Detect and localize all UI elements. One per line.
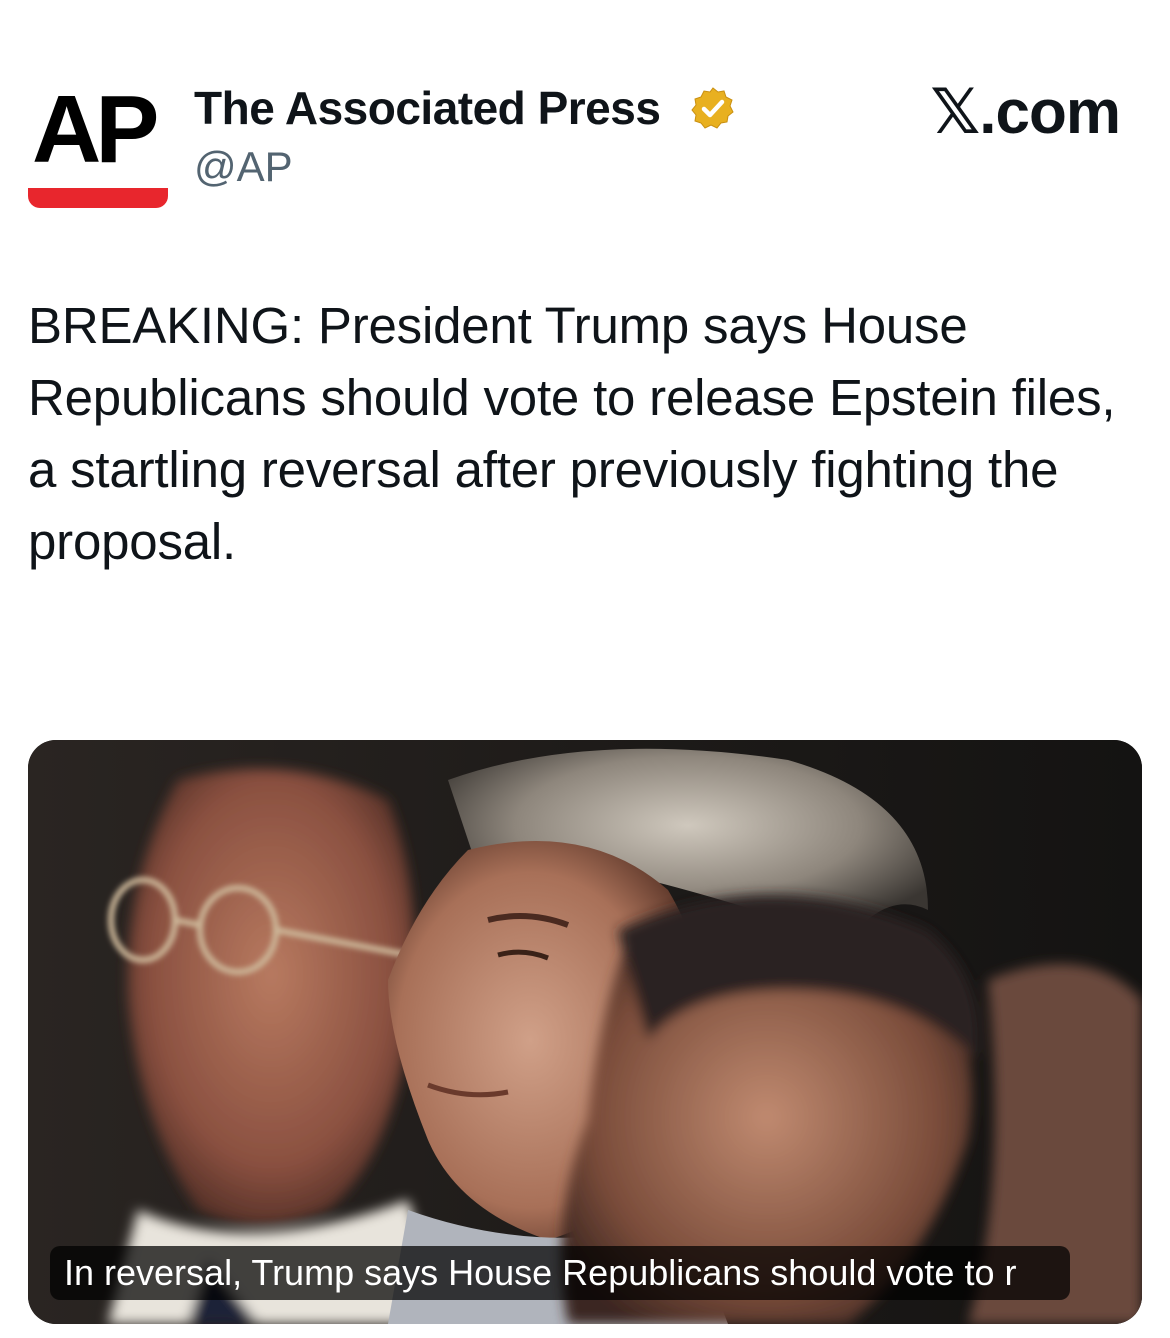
preview-caption: In reversal, Trump says House Republican… <box>50 1246 1070 1300</box>
account-name[interactable]: The Associated Press <box>194 82 661 134</box>
ap-logo[interactable]: AP <box>26 82 172 212</box>
ap-logo-red-bar <box>28 188 168 208</box>
tweet-header: AP The Associated Press @AP 𝕏.com <box>0 0 1170 230</box>
link-preview-card[interactable]: In reversal, Trump says House Republican… <box>28 740 1142 1324</box>
news-photo <box>28 740 1142 1324</box>
x-com-label: 𝕏.com <box>930 78 1121 147</box>
tweet-text: BREAKING: President Trump says House Rep… <box>28 297 1116 570</box>
account-handle[interactable]: @AP <box>194 142 293 192</box>
ap-logo-text: AP <box>32 76 159 183</box>
verified-badge-icon <box>690 86 736 132</box>
